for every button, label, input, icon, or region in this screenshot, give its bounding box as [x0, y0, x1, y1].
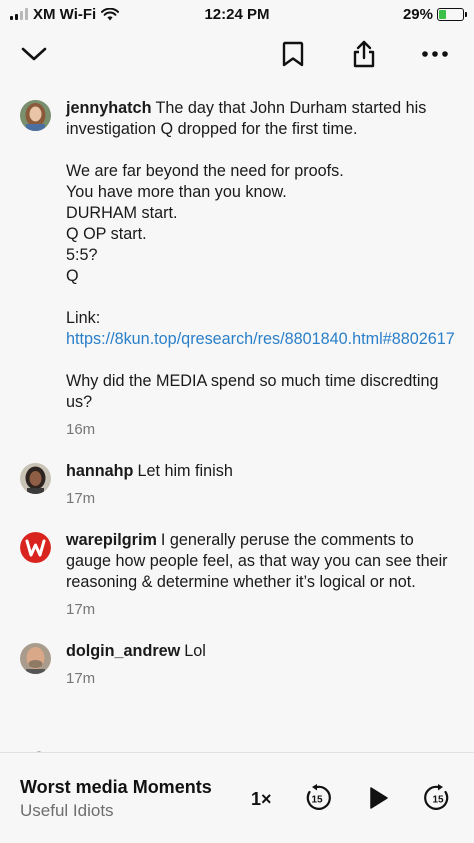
more-icon	[422, 51, 448, 57]
avatar[interactable]	[20, 532, 51, 563]
cellular-signal-icon	[10, 8, 28, 20]
comment-username[interactable]: warepilgrim	[66, 531, 157, 549]
skip-forward-icon: 15	[424, 784, 449, 810]
comment-text: Let him finish	[137, 462, 233, 480]
avatar[interactable]	[20, 100, 51, 131]
bookmark-icon	[282, 41, 304, 67]
battery-fill	[439, 9, 446, 19]
comment-body: warepilgrim I generally peruse the commen…	[66, 530, 458, 593]
comment-time: 17m	[66, 670, 96, 687]
chevron-down-icon	[21, 47, 47, 61]
status-right: 29%	[402, 5, 467, 23]
comment-time: 17m	[66, 601, 96, 618]
comment-body: jennyhatch The day that John Durham start…	[66, 98, 458, 413]
comment-time: 17m	[66, 490, 96, 507]
play-button[interactable]	[364, 784, 392, 812]
play-icon	[370, 787, 388, 809]
comment-body: hannahp Let him finish	[66, 461, 458, 482]
status-left: XM Wi-Fi	[10, 5, 120, 23]
comment-text-after: Why did the MEDIA spend so much time dis…	[66, 372, 439, 411]
link-prefix: Link:	[66, 309, 101, 327]
comment-item: hannahp Let him finish 17m	[0, 461, 474, 507]
wifi-icon	[101, 7, 120, 20]
comment-username[interactable]: jennyhatch	[66, 99, 151, 117]
comment-link[interactable]: https://8kun.top/qresearch/res/8801840.h…	[66, 330, 455, 348]
comment-username[interactable]: hannahp	[66, 462, 133, 480]
comment-item: jennyhatch The day that John Durham start…	[0, 98, 474, 438]
comment-item: warepilgrim I generally peruse the commen…	[0, 530, 474, 618]
skip-back-icon: 15	[306, 784, 331, 810]
skip-back-label: 15	[311, 795, 323, 806]
battery-icon	[437, 7, 467, 21]
skip-forward-label: 15	[432, 795, 444, 806]
comment-list: jennyhatch The day that John Durham start…	[0, 94, 474, 687]
comment-time: 16m	[66, 421, 96, 438]
close-button[interactable]	[18, 38, 50, 70]
status-bar: XM Wi-Fi 12:24 PM 29%	[0, 0, 474, 28]
avatar[interactable]	[20, 643, 51, 674]
skip-forward-button[interactable]: 15	[424, 784, 452, 812]
player-subtitle: Useful Idiots	[20, 801, 114, 820]
battery-percent: 29%	[402, 5, 433, 23]
audio-player[interactable]: Worst media Moments Useful Idiots 1× 15 …	[0, 752, 474, 843]
avatar[interactable]	[20, 463, 51, 494]
playback-speed-button[interactable]: 1×	[251, 789, 272, 810]
comment-text: Lol	[184, 642, 206, 660]
comment-username[interactable]: dolgin_andrew	[66, 642, 180, 660]
top-nav	[0, 32, 474, 76]
comment-item: dolgin_andrew Lol 17m	[0, 641, 474, 687]
comment-text: The day that John Durham started his inv…	[66, 99, 427, 285]
player-title[interactable]: Worst media Moments	[20, 777, 212, 798]
more-button[interactable]	[419, 38, 451, 70]
share-button[interactable]	[348, 38, 380, 70]
bookmark-button[interactable]	[277, 38, 309, 70]
carrier-label: XM Wi-Fi	[33, 5, 97, 23]
comment-body: dolgin_andrew Lol	[66, 641, 458, 662]
share-icon	[353, 40, 375, 68]
skip-back-button[interactable]: 15	[303, 784, 331, 812]
